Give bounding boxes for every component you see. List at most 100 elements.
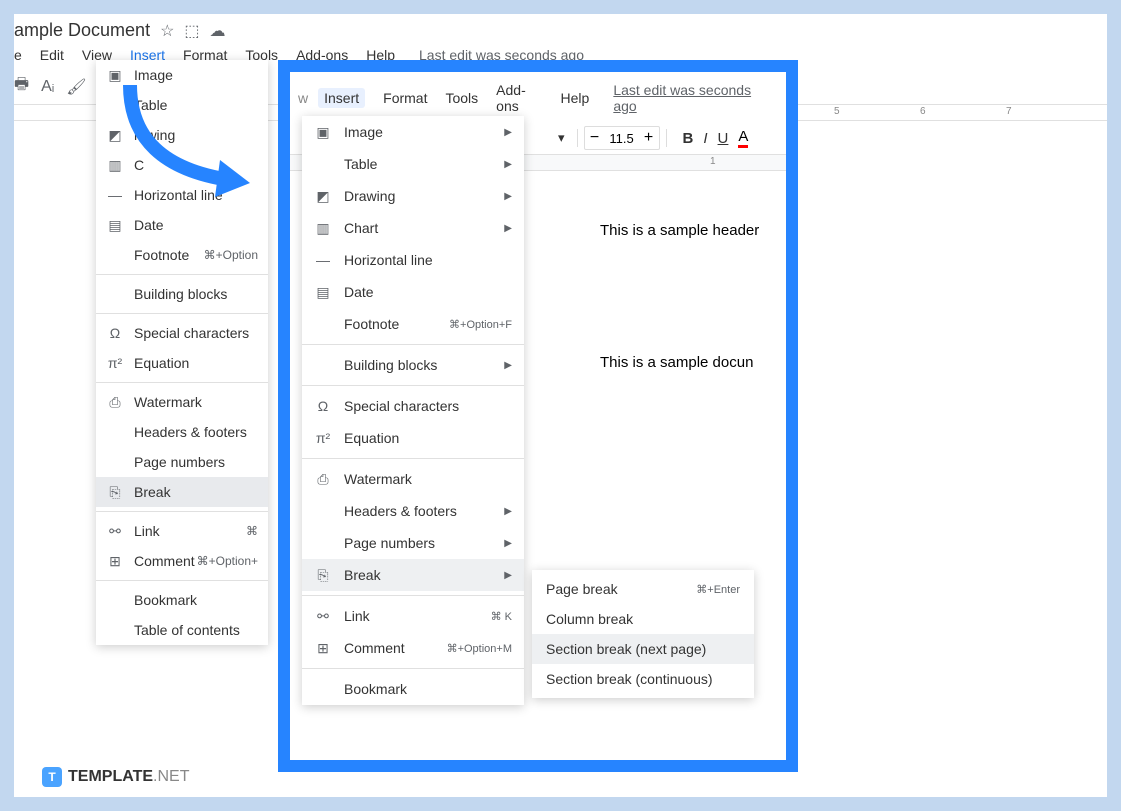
ov-break[interactable]: ⎘Break▶ xyxy=(302,559,524,591)
dd-bookmark[interactable]: Bookmark xyxy=(96,585,268,615)
logo-icon: T xyxy=(42,767,62,787)
cloud-icon[interactable]: ☁ xyxy=(210,21,226,41)
sub-section-next[interactable]: Section break (next page) xyxy=(532,634,754,664)
chevron-right-icon: ▶ xyxy=(504,360,512,371)
comment-icon: ⊞ xyxy=(314,639,332,657)
chevron-right-icon: ▶ xyxy=(504,570,512,581)
ov-insert[interactable]: Insert xyxy=(318,88,365,108)
title-bar: ample Document ☆ ⬚ ☁ xyxy=(14,14,1107,45)
dd-building[interactable]: Building blocks xyxy=(96,279,268,309)
date-icon: ▤ xyxy=(106,216,124,234)
dd-pagenum[interactable]: Page numbers xyxy=(96,447,268,477)
logo-net: .NET xyxy=(153,768,189,786)
ov-headers[interactable]: Headers & footers▶ xyxy=(302,495,524,527)
break-icon: ⎘ xyxy=(314,566,332,584)
spell-icon[interactable]: Aᵢ xyxy=(41,78,54,96)
star-icon[interactable]: ☆ xyxy=(160,21,174,41)
ov-bookmark[interactable]: Bookmark xyxy=(302,673,524,705)
hr-icon: — xyxy=(314,251,332,269)
chevron-right-icon: ▶ xyxy=(504,127,512,138)
font-size-box: − + xyxy=(584,126,660,150)
sub-column-break[interactable]: Column break xyxy=(532,604,754,634)
dd-equation[interactable]: π²Equation xyxy=(96,348,268,378)
watermark-icon: ⎙ xyxy=(314,470,332,488)
ruler-7: 7 xyxy=(1006,106,1012,117)
ov-addons[interactable]: Add-ons xyxy=(496,82,542,114)
print-icon[interactable]: 🖶 xyxy=(14,73,29,100)
ov-chart[interactable]: ▥Chart▶ xyxy=(302,212,524,244)
ov-equation[interactable]: π²Equation xyxy=(302,422,524,454)
paint-icon[interactable]: 🖌 xyxy=(66,77,86,97)
bold-button[interactable]: B xyxy=(683,130,694,147)
chevron-right-icon: ▶ xyxy=(504,191,512,202)
document-text: This is a sample docun xyxy=(600,354,753,371)
dd-comment[interactable]: ⊞Comment⌘+Option+ xyxy=(96,546,268,576)
dd-special[interactable]: ΩSpecial characters xyxy=(96,318,268,348)
chevron-right-icon: ▶ xyxy=(504,159,512,170)
sub-section-cont[interactable]: Section break (continuous) xyxy=(532,664,754,694)
ov-pagenum[interactable]: Page numbers▶ xyxy=(302,527,524,559)
ov-link[interactable]: ⚯Link⌘ K xyxy=(302,600,524,632)
comment-icon: ⊞ xyxy=(106,552,124,570)
break-submenu: Page break⌘+Enter Column break Section b… xyxy=(532,570,754,698)
logo: T TEMPLATE .NET xyxy=(42,767,189,787)
ov-date[interactable]: ▤Date xyxy=(302,276,524,308)
overlay-window: w Insert Format Tools Add-ons Help Last … xyxy=(278,60,798,772)
doc-title[interactable]: ample Document xyxy=(14,20,150,41)
chart-icon: ▥ xyxy=(314,219,332,237)
ruler-5: 5 xyxy=(834,106,840,117)
ruler-6: 6 xyxy=(920,106,926,117)
italic-button[interactable]: I xyxy=(703,130,707,147)
omega-icon: Ω xyxy=(106,324,124,342)
ov-comment[interactable]: ⊞Comment⌘+Option+M xyxy=(302,632,524,664)
ov-ruler-1: 1 xyxy=(710,156,716,167)
dd-footnote[interactable]: Footnote⌘+Option xyxy=(96,240,268,270)
dd-date[interactable]: ▤Date xyxy=(96,210,268,240)
pi-icon: π² xyxy=(106,354,124,372)
date-icon: ▤ xyxy=(314,283,332,301)
ov-w: w xyxy=(298,90,308,106)
underline-button[interactable]: U xyxy=(718,130,729,147)
link-icon: ⚯ xyxy=(314,607,332,625)
ov-insert-dropdown: ▣Image▶ Table▶ ◩Drawing▶ ▥Chart▶ —Horizo… xyxy=(302,116,524,705)
ov-image[interactable]: ▣Image▶ xyxy=(302,116,524,148)
ov-tools[interactable]: Tools xyxy=(445,90,478,106)
dd-toc[interactable]: Table of contents xyxy=(96,615,268,645)
menu-edit[interactable]: Edit xyxy=(40,47,64,63)
ov-table[interactable]: Table▶ xyxy=(302,148,524,180)
arrow-annotation xyxy=(110,75,270,205)
ov-help[interactable]: Help xyxy=(561,90,590,106)
ov-special[interactable]: ΩSpecial characters xyxy=(302,390,524,422)
ov-menu-bar: w Insert Format Tools Add-ons Help Last … xyxy=(290,72,786,122)
fs-input[interactable] xyxy=(605,131,639,146)
chevron-right-icon: ▶ xyxy=(504,538,512,549)
ov-building[interactable]: Building blocks▶ xyxy=(302,349,524,381)
folder-icon[interactable]: ⬚ xyxy=(184,21,199,41)
pi-icon: π² xyxy=(314,429,332,447)
chevron-right-icon: ▶ xyxy=(504,506,512,517)
link-icon: ⚯ xyxy=(106,522,124,540)
ov-last-edit[interactable]: Last edit was seconds ago xyxy=(613,82,760,114)
fs-minus[interactable]: − xyxy=(585,127,605,149)
dd-link[interactable]: ⚯Link⌘ xyxy=(96,516,268,546)
menu-file[interactable]: e xyxy=(14,47,22,63)
watermark-icon: ⎙ xyxy=(106,393,124,411)
dropdown-caret[interactable]: ▾ xyxy=(558,130,565,146)
dd-headers[interactable]: Headers & footers xyxy=(96,417,268,447)
ov-watermark[interactable]: ⎙Watermark xyxy=(302,463,524,495)
chevron-right-icon: ▶ xyxy=(504,223,512,234)
text-color-button[interactable]: A xyxy=(738,128,748,148)
ov-drawing[interactable]: ◩Drawing▶ xyxy=(302,180,524,212)
image-icon: ▣ xyxy=(314,123,332,141)
omega-icon: Ω xyxy=(314,397,332,415)
dd-watermark[interactable]: ⎙Watermark xyxy=(96,387,268,417)
ov-footnote[interactable]: Footnote⌘+Option+F xyxy=(302,308,524,340)
break-icon: ⎘ xyxy=(106,483,124,501)
logo-name: TEMPLATE xyxy=(68,768,153,786)
sub-page-break[interactable]: Page break⌘+Enter xyxy=(532,574,754,604)
fs-plus[interactable]: + xyxy=(639,127,659,149)
dd-break[interactable]: ⎘Break xyxy=(96,477,268,507)
ov-horizontal[interactable]: —Horizontal line xyxy=(302,244,524,276)
ov-format[interactable]: Format xyxy=(383,90,427,106)
header-text: This is a sample header xyxy=(600,222,759,239)
